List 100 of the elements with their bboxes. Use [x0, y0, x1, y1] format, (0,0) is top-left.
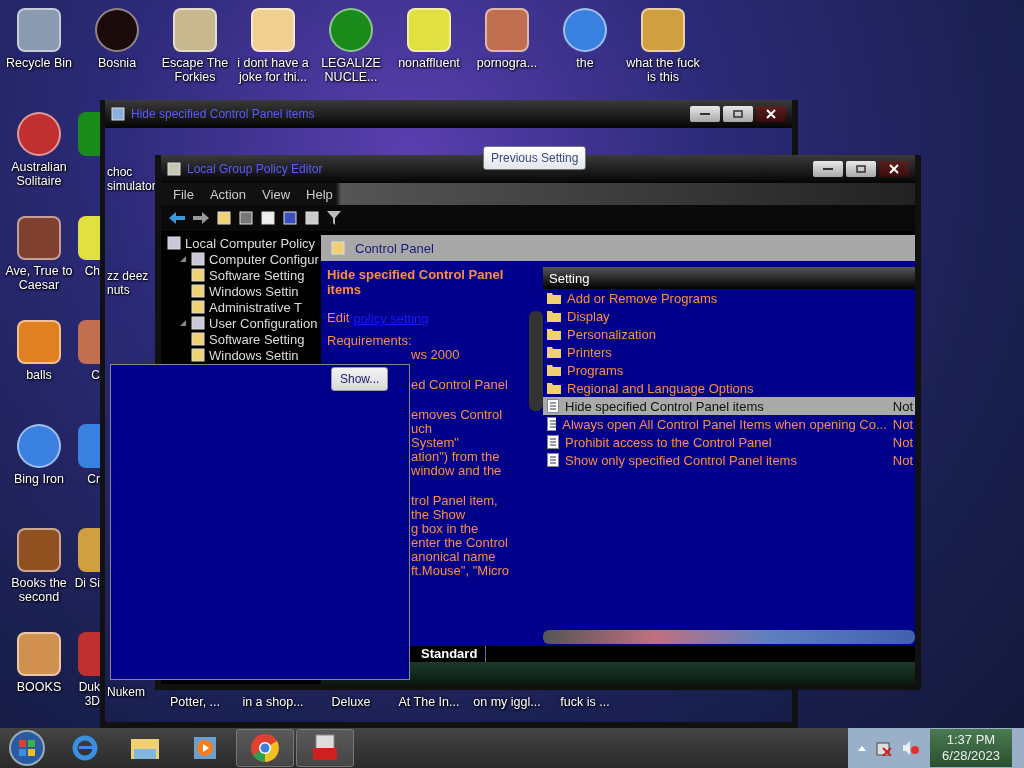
maximize-icon: [856, 165, 866, 173]
icon-label[interactable]: Recycle Bin: [6, 56, 72, 70]
icon-label[interactable]: Duk 3D: [74, 680, 100, 708]
minimize-button[interactable]: [813, 161, 843, 177]
icon-label[interactable]: choc simulator: [107, 165, 155, 193]
icon-label[interactable]: fuck is ...: [546, 695, 624, 709]
speaker-muted-icon[interactable]: [902, 740, 920, 756]
setting-row[interactable]: Always open All Control Panel Items when opening Co... Not: [543, 415, 915, 433]
network-error-icon[interactable]: [876, 740, 892, 756]
chrome-icon: [250, 733, 280, 763]
icon-label[interactable]: C: [91, 368, 100, 382]
app-icon[interactable]: [17, 424, 61, 468]
menu-item[interactable]: Action: [201, 186, 255, 202]
icon-label[interactable]: balls: [26, 368, 52, 382]
taskbar-button[interactable]: [296, 729, 354, 767]
list-icon: [547, 399, 559, 413]
app-icon[interactable]: [641, 8, 685, 52]
setting-row[interactable]: Display: [543, 307, 915, 325]
icon-label[interactable]: the: [576, 56, 594, 70]
icon-label[interactable]: Nukem: [107, 685, 155, 699]
app-icon[interactable]: [95, 8, 139, 52]
tree-item[interactable]: Software Setting: [209, 331, 305, 347]
icon-label[interactable]: At The In...: [390, 695, 468, 709]
tree-item[interactable]: User Configuration: [209, 315, 318, 331]
state-text: Not: [892, 434, 913, 450]
icon-label[interactable]: Ch: [84, 264, 100, 278]
setting-row[interactable]: Prohibit access to the Control Panel Not: [543, 433, 915, 451]
app-icon[interactable]: [17, 320, 61, 364]
icon-label[interactable]: Escape The Forkies: [156, 56, 234, 84]
app-icon[interactable]: [329, 8, 373, 52]
icon-label[interactable]: Australian Solitaire: [0, 160, 78, 188]
app-icon[interactable]: [17, 8, 61, 52]
setting-row[interactable]: Personalization: [543, 325, 915, 343]
tree-item[interactable]: Windows Settin: [209, 347, 299, 363]
forward-arrow-icon[interactable]: [193, 212, 209, 224]
app-icon[interactable]: [563, 8, 607, 52]
close-button[interactable]: [879, 161, 909, 177]
back-arrow-icon[interactable]: [169, 212, 185, 224]
setting-row[interactable]: Programs: [543, 361, 915, 379]
maximize-icon: [733, 110, 743, 118]
show-button[interactable]: Show...: [331, 367, 389, 391]
app-icon[interactable]: [17, 112, 61, 156]
icon-label[interactable]: in a shop...: [234, 695, 312, 709]
panel-header: Control Panel: [355, 240, 434, 256]
menu-item[interactable]: Help: [298, 186, 341, 202]
expanded-arrow-icon[interactable]: [179, 319, 187, 327]
app-icon[interactable]: [78, 216, 100, 260]
expanded-arrow-icon[interactable]: [179, 255, 187, 263]
icon-label[interactable]: Potter, ...: [156, 695, 234, 709]
setting-row[interactable]: Regional and Language Options: [543, 379, 915, 397]
app-icon[interactable]: [17, 216, 61, 260]
list-icon: [547, 453, 559, 467]
icon-label[interactable]: nonaffluent: [398, 56, 460, 70]
menu-item[interactable]: File: [165, 186, 202, 202]
icon-label[interactable]: Bing Iron: [14, 472, 64, 486]
app-icon[interactable]: [17, 632, 61, 676]
tree-item[interactable]: Windows Settin: [209, 283, 299, 299]
menu-item[interactable]: View: [254, 186, 299, 202]
setting-row[interactable]: Printers: [543, 343, 915, 361]
app-icon[interactable]: [485, 8, 529, 52]
description-text: g box in the: [411, 522, 480, 536]
icon-label[interactable]: Bosnia: [97, 56, 137, 70]
maximize-button[interactable]: [723, 106, 753, 122]
icon-label[interactable]: Deluxe: [312, 695, 390, 709]
icon-label[interactable]: Cr: [87, 472, 100, 486]
maximize-button[interactable]: [846, 161, 876, 177]
icon-label[interactable]: LEGALIZE NUCLE...: [312, 56, 390, 84]
description-text: uch: [411, 422, 433, 436]
tree-item[interactable]: Computer Configur: [209, 251, 319, 267]
app-icon[interactable]: [251, 8, 295, 52]
close-button[interactable]: [756, 106, 786, 122]
app-icon[interactable]: [407, 8, 451, 52]
app-icon[interactable]: [173, 8, 217, 52]
app-icon[interactable]: [78, 528, 100, 572]
setting-row[interactable]: Hide specified Control Panel items Not: [543, 397, 915, 415]
state-text: Not: [892, 452, 913, 468]
scrollbar[interactable]: [543, 630, 915, 644]
tree-item[interactable]: Administrative T: [209, 299, 302, 315]
icon-label[interactable]: Ave, True to Caesar: [0, 264, 78, 292]
taskbar-button[interactable]: [236, 729, 294, 767]
icon-label[interactable]: zz deez nuts: [107, 269, 155, 297]
setting-row[interactable]: Add or Remove Programs: [543, 289, 915, 307]
icon-label[interactable]: on my iggl...: [468, 695, 546, 709]
tree-item[interactable]: Software Setting: [209, 267, 305, 283]
tree-item[interactable]: Local Computer Policy: [185, 235, 316, 251]
scrollbar[interactable]: [529, 311, 543, 411]
icon-label[interactable]: pornogra...: [476, 56, 538, 70]
minimize-button[interactable]: [690, 106, 720, 122]
close-icon: [889, 164, 899, 174]
column-header[interactable]: Setting: [543, 267, 915, 289]
icon-label[interactable]: Di Si: [74, 576, 100, 590]
filter-icon[interactable]: [327, 211, 341, 225]
app-icon[interactable]: [17, 528, 61, 572]
setting-row[interactable]: Show only specified Control Panel items Not: [543, 451, 915, 469]
icon-label[interactable]: what the fuck is this: [624, 56, 702, 84]
icon-label[interactable]: i dont have a joke for thi...: [234, 56, 312, 84]
close-icon: [766, 109, 776, 119]
description-text: ft.Mouse", "Micro: [411, 564, 511, 578]
icon-label[interactable]: BOOKS: [16, 680, 62, 694]
clock[interactable]: 1:37 PM 6/28/2023: [930, 729, 1012, 767]
